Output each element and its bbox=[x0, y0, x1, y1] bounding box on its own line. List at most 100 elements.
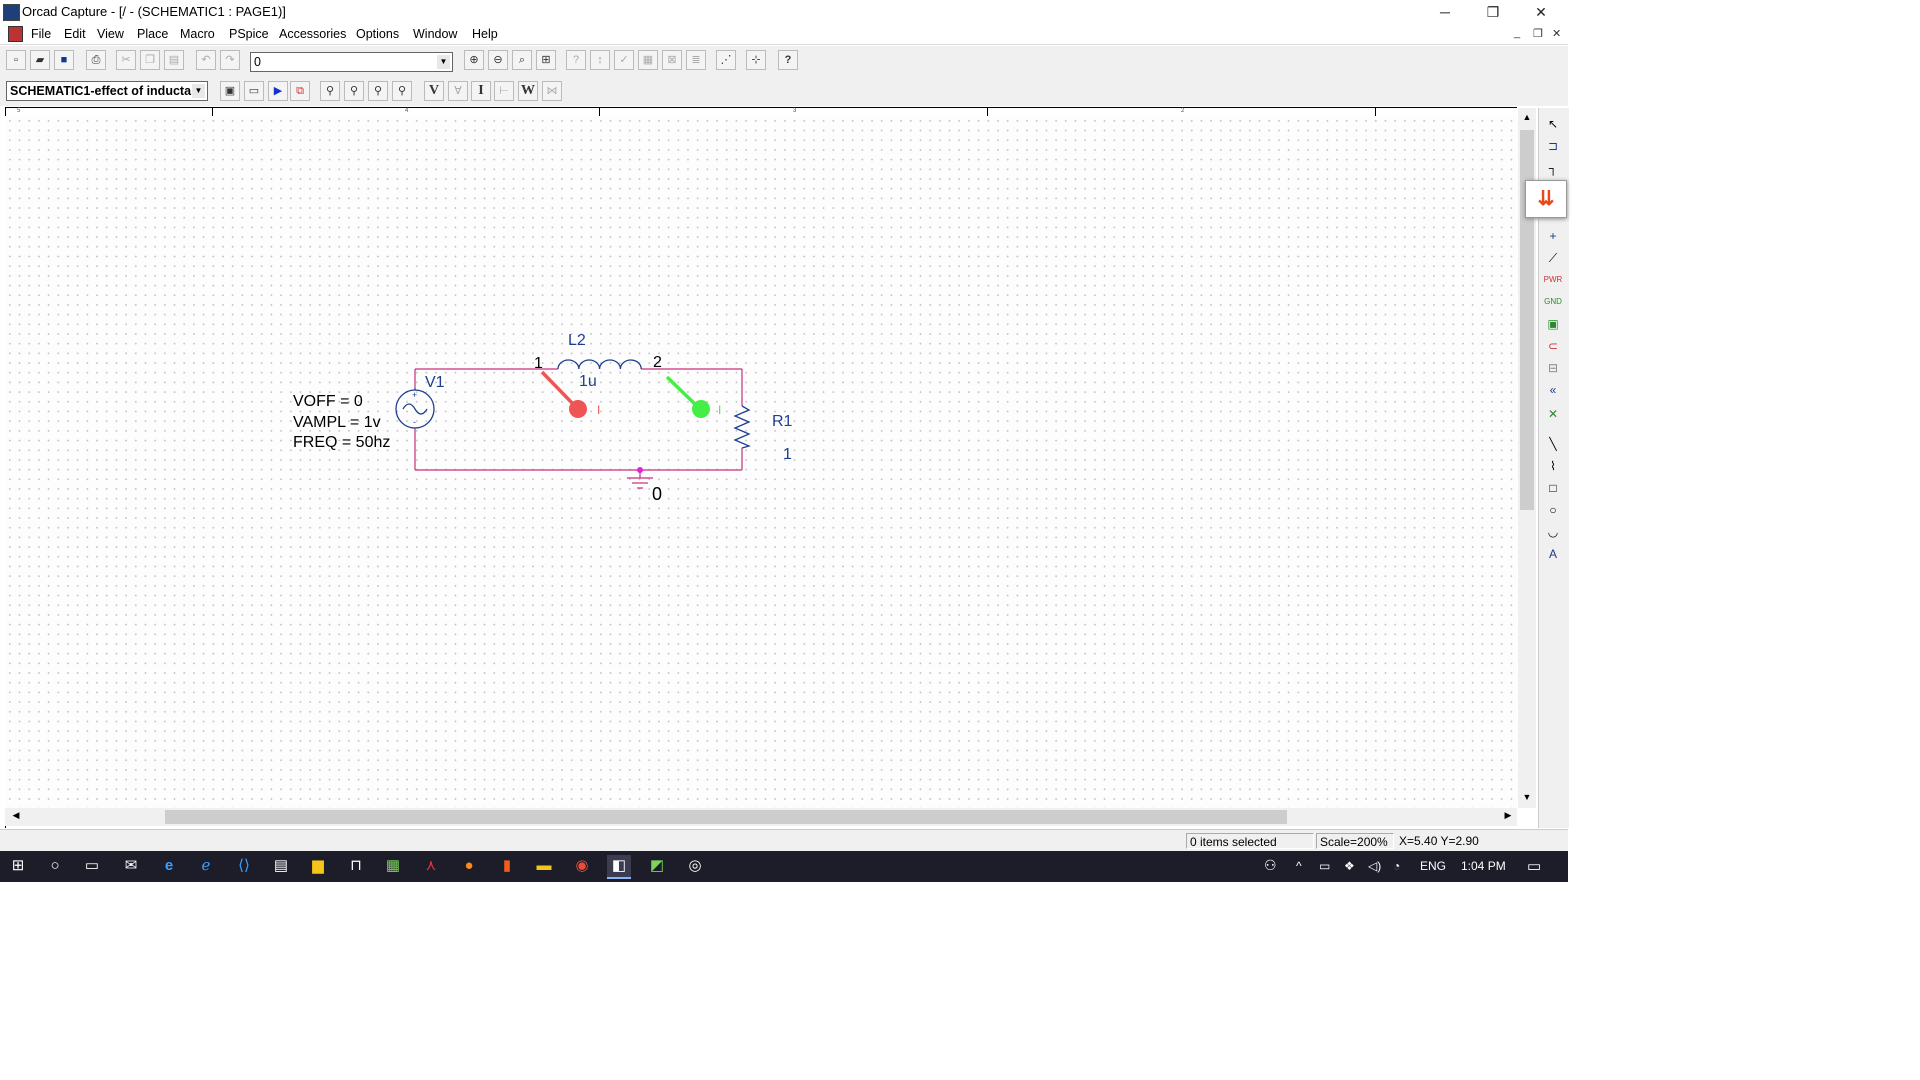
notifications-icon[interactable]: ▭ bbox=[1527, 857, 1541, 875]
scroll-down-icon[interactable]: ▼ bbox=[1520, 792, 1534, 808]
search-icon[interactable]: ○ bbox=[43, 855, 67, 877]
menu-place[interactable]: Place bbox=[137, 27, 168, 41]
place-rectangle-icon[interactable]: □ bbox=[1543, 478, 1563, 498]
place-ellipse-icon[interactable]: ○ bbox=[1543, 500, 1563, 520]
run-pspice-icon[interactable]: ▶ bbox=[268, 81, 288, 101]
wifi-icon[interactable]: ◔ bbox=[1393, 859, 1400, 873]
menu-options[interactable]: Options bbox=[356, 27, 399, 41]
orcad-app-icon[interactable] bbox=[3, 4, 20, 21]
paste-icon[interactable]: ▤ bbox=[164, 50, 184, 70]
back-annotate-icon[interactable]: ↕ bbox=[590, 50, 610, 70]
power-dissipation-icon[interactable]: ⋈ bbox=[542, 81, 562, 101]
place-junction-icon[interactable]: + bbox=[1543, 226, 1563, 246]
create-netlist-icon[interactable]: ▦ bbox=[638, 50, 658, 70]
open-folder-icon[interactable]: ▰ bbox=[30, 50, 50, 70]
chevron-down-icon[interactable]: ▼ bbox=[192, 84, 205, 98]
voltage-marker-icon[interactable]: V bbox=[424, 81, 444, 101]
zoom-in-icon[interactable]: ⊕ bbox=[464, 50, 484, 70]
place-ground-icon[interactable]: GND bbox=[1543, 292, 1563, 312]
horizontal-scroll-thumb[interactable] bbox=[165, 810, 1287, 824]
windows-start-icon[interactable]: ⊞ bbox=[6, 855, 30, 877]
page-select-combo[interactable]: 0 ▼ bbox=[250, 52, 453, 72]
bill-of-materials-icon[interactable]: ≣ bbox=[686, 50, 706, 70]
new-file-icon[interactable]: ▫ bbox=[6, 50, 26, 70]
place-bus-entry-icon[interactable]: ⟋ bbox=[1543, 248, 1563, 268]
people-icon[interactable]: ⚇ bbox=[1264, 857, 1277, 874]
sticky-notes-icon[interactable]: ▆ bbox=[306, 855, 330, 877]
place-no-connect-icon[interactable]: ✕ bbox=[1543, 404, 1563, 424]
menu-macro[interactable]: Macro bbox=[180, 27, 215, 41]
source-param-vampl[interactable]: VAMPL = 1v bbox=[293, 414, 381, 431]
dropbox-icon[interactable]: ❖ bbox=[1344, 859, 1355, 873]
edge-browser-icon[interactable]: e bbox=[157, 855, 181, 877]
power-marker-icon[interactable]: W bbox=[518, 81, 538, 101]
menu-accessories[interactable]: Accessories bbox=[279, 27, 346, 41]
schematic-canvas[interactable]: + - I I V1 VOFF = 0 VAMPL = 1v FREQ = 50… bbox=[5, 116, 1517, 809]
menu-pspice[interactable]: PSpice bbox=[229, 27, 269, 41]
chevron-up-icon[interactable]: ^ bbox=[1296, 859, 1302, 873]
place-hierarchical-port-icon[interactable]: ⊂ bbox=[1543, 336, 1563, 356]
select-arrow-icon[interactable]: ↖ bbox=[1543, 114, 1563, 134]
view-simulation-results-icon[interactable]: ⧉ bbox=[290, 81, 310, 101]
clock[interactable]: 1:04 PM bbox=[1461, 859, 1506, 873]
mdi-close-button[interactable]: ✕ bbox=[1552, 27, 1561, 40]
current-into-pin-icon[interactable]: ⊢ bbox=[494, 81, 514, 101]
copy-icon[interactable]: ❐ bbox=[140, 50, 160, 70]
inductor-symbol[interactable] bbox=[557, 359, 642, 370]
store-icon[interactable]: ⊓ bbox=[344, 855, 368, 877]
scroll-left-icon[interactable]: ◀ bbox=[9, 810, 23, 824]
menu-view[interactable]: View bbox=[97, 27, 124, 41]
task-view-icon[interactable]: ▭ bbox=[80, 855, 104, 877]
bias-toggle-icon[interactable]: ⚲ bbox=[392, 81, 412, 101]
menu-help[interactable]: Help bbox=[472, 27, 498, 41]
document-icon[interactable] bbox=[8, 26, 23, 42]
restore-button[interactable]: ❐ bbox=[1470, 0, 1516, 24]
app-icon[interactable]: ▮ bbox=[495, 855, 519, 877]
language-indicator[interactable]: ENG bbox=[1420, 859, 1446, 873]
redo-icon[interactable]: ↷ bbox=[220, 50, 240, 70]
place-off-page-connector-icon[interactable]: « bbox=[1543, 380, 1563, 400]
place-hierarchical-block-icon[interactable]: ▣ bbox=[1543, 314, 1563, 334]
annotate-icon[interactable]: ? bbox=[566, 50, 586, 70]
place-arc-icon[interactable]: ◡ bbox=[1543, 522, 1563, 542]
current-marker-icon[interactable]: I bbox=[471, 81, 491, 101]
print-icon[interactable]: ⎙ bbox=[86, 50, 106, 70]
help-icon[interactable]: ? bbox=[778, 50, 798, 70]
resistor-value-label[interactable]: 1 bbox=[783, 446, 792, 463]
zoom-area-icon[interactable]: ⌕ bbox=[512, 50, 532, 70]
cross-reference-icon[interactable]: ⊠ bbox=[662, 50, 682, 70]
source-param-freq[interactable]: FREQ = 50hz bbox=[293, 434, 390, 451]
menu-window[interactable]: Window bbox=[413, 27, 457, 41]
orcad-capture-taskbar-icon[interactable]: ◧ bbox=[607, 855, 631, 879]
minimize-button[interactable]: ─ bbox=[1422, 0, 1468, 24]
close-button[interactable]: ✕ bbox=[1518, 0, 1564, 24]
place-line-icon[interactable]: ╲ bbox=[1543, 434, 1563, 454]
place-hierarchical-pin-icon[interactable]: ⊟ bbox=[1543, 358, 1563, 378]
simulation-profile-combo[interactable]: SCHEMATIC1-effect of inducta ▼ bbox=[6, 81, 208, 101]
current-probe-green[interactable] bbox=[665, 375, 710, 418]
bias-current-icon[interactable]: ⚲ bbox=[344, 81, 364, 101]
save-icon[interactable]: ■ bbox=[54, 50, 74, 70]
scroll-right-icon[interactable]: ▶ bbox=[1501, 810, 1515, 824]
project-manager-icon[interactable]: ⊹ bbox=[746, 50, 766, 70]
place-polyline-icon[interactable]: ⌇ bbox=[1543, 456, 1563, 476]
camera-icon[interactable]: ◎ bbox=[683, 855, 707, 877]
inductor-ref-label[interactable]: L2 bbox=[568, 332, 586, 349]
horizontal-scrollbar[interactable]: ◀ ▶ bbox=[5, 808, 1517, 826]
source-ref-label[interactable]: V1 bbox=[425, 374, 445, 391]
notepad-icon[interactable]: ▦ bbox=[381, 855, 405, 877]
firefox-icon[interactable]: ● bbox=[457, 855, 481, 877]
menu-edit[interactable]: Edit bbox=[64, 27, 86, 41]
edit-simulation-settings-icon[interactable]: ▭ bbox=[244, 81, 264, 101]
cut-icon[interactable]: ✂ bbox=[116, 50, 136, 70]
media-player-icon[interactable]: ▤ bbox=[269, 855, 293, 877]
bias-voltage-icon[interactable]: ⚲ bbox=[320, 81, 340, 101]
undo-icon[interactable]: ↶ bbox=[196, 50, 216, 70]
internet-explorer-icon[interactable]: ℯ bbox=[194, 855, 218, 877]
chrome-icon[interactable]: ◉ bbox=[570, 855, 594, 877]
zoom-all-icon[interactable]: ⊞ bbox=[536, 50, 556, 70]
volume-icon[interactable]: ◁) bbox=[1368, 859, 1381, 873]
file-explorer-icon[interactable]: ▬ bbox=[532, 855, 556, 877]
chevron-down-icon[interactable]: ▼ bbox=[437, 55, 450, 69]
zoom-out-icon[interactable]: ⊖ bbox=[488, 50, 508, 70]
